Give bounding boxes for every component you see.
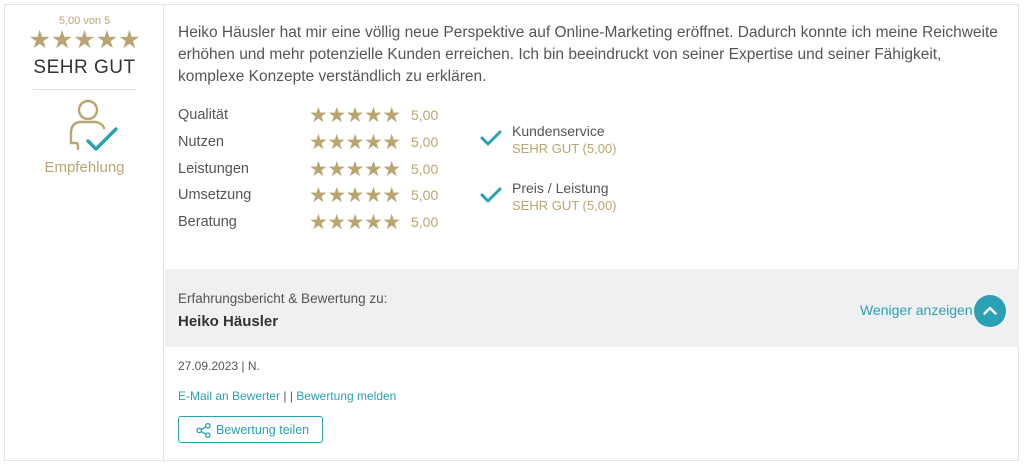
person-check-icon [69,99,118,151]
subject-label: Erfahrungsbericht & Bewertung zu: [178,291,388,306]
rating-row-qualitaet: Qualität ★★★★★ 5,00 [178,103,458,130]
rating-value: 5,00 [411,133,439,150]
subject-name: Heiko Häusler [178,313,279,330]
share-icon [196,423,211,438]
check-title: Kundenservice [512,123,605,139]
review-card: 5,00 von 5 ★★★★★ SEHR GUT Empfehlung Hei… [4,4,1019,461]
rating-label: Umsetzung [178,187,252,204]
link-separator: | | [280,389,297,403]
rating-row-nutzen: Nutzen ★★★★★ 5,00 [178,130,458,157]
check-preis-leistung: Preis / Leistung SEHR GUT (5,00) [480,180,740,220]
rating-row-umsetzung: Umsetzung ★★★★★ 5,00 [178,183,458,210]
chevron-up-icon [983,306,997,315]
rating-stars: ★★★★★ [309,104,401,127]
checkmark-icon [480,130,502,146]
rating-label: Leistungen [178,160,249,177]
rating-stars: ★★★★★ [309,211,401,234]
checkmark-icon [480,187,502,203]
rating-label: Beratung [178,214,237,230]
rating-list: Qualität ★★★★★ 5,00 Nutzen ★★★★★ 5,00 Le… [178,103,458,237]
overall-grade: SEHR GUT [33,57,136,78]
review-meta: 27.09.2023 | N. [178,359,260,373]
rating-stars: ★★★★★ [309,184,401,208]
rating-label: Qualität [178,107,228,123]
overall-stars: ★★★★★ [28,26,141,54]
summary-panel: 5,00 von 5 ★★★★★ SEHR GUT Empfehlung [5,5,164,460]
check-kundenservice: Kundenservice SEHR GUT (5,00) [480,123,740,163]
recommendation-label: Empfehlung [44,159,125,176]
review-subject-band: Erfahrungsbericht & Bewertung zu: Heiko … [165,269,1019,347]
report-review-link[interactable]: Bewertung melden [296,389,396,403]
rating-value: 5,00 [411,107,439,123]
check-title: Preis / Leistung [512,180,609,196]
rating-stars: ★★★★★ [309,130,401,154]
share-review-button[interactable]: Bewertung teilen [178,416,323,443]
rating-label: Nutzen [178,133,224,150]
rating-row-beratung: Beratung ★★★★★ 5,00 [178,210,458,237]
review-links: E-Mail an Bewerter | | Bewertung melden [178,389,396,403]
rating-value: 5,00 [411,160,439,177]
rating-value: 5,00 [411,214,439,230]
collapse-button[interactable] [974,295,1006,327]
email-reviewer-link[interactable]: E-Mail an Bewerter [178,389,280,403]
check-subtitle: SEHR GUT (5,00) [512,198,617,213]
share-button-label: Bewertung teilen [216,423,310,437]
rating-row-leistungen: Leistungen ★★★★★ 5,00 [178,157,458,184]
rating-value: 5,00 [411,187,439,204]
show-less-link[interactable]: Weniger anzeigen [860,302,973,318]
review-main: Heiko Häusler hat mir eine völlig neue P… [165,5,1019,460]
check-subtitle: SEHR GUT (5,00) [512,141,617,156]
summary-divider [33,89,136,90]
review-text: Heiko Häusler hat mir eine völlig neue P… [178,24,998,85]
rating-stars: ★★★★★ [309,157,401,181]
